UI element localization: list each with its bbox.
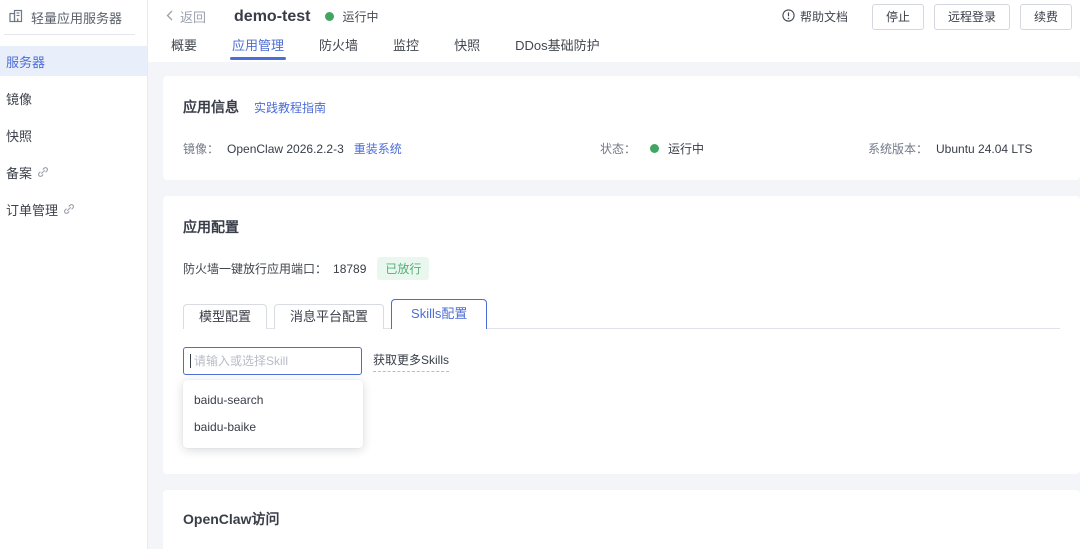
- back-button[interactable]: 返回: [165, 7, 206, 26]
- app-info-title: 应用信息: [183, 97, 239, 117]
- tab-overview[interactable]: 概要: [169, 33, 199, 62]
- tab-snapshots[interactable]: 快照: [452, 33, 482, 62]
- app-window: 轻量应用服务器 服务器 镜像 快照 备案 订单管理: [0, 0, 1080, 549]
- status-field: 状态： 运行中: [600, 140, 868, 157]
- instance-status: 运行中: [342, 8, 378, 25]
- text-cursor: [190, 354, 191, 368]
- product-logo: 轻量应用服务器: [0, 0, 147, 34]
- tab-model-config[interactable]: 模型配置: [183, 304, 267, 329]
- instance-header: 返回 demo-test 运行中 帮助文档 停止: [148, 0, 1080, 62]
- skill-select-row: 获取更多Skills: [183, 347, 1060, 375]
- image-label: 镜像：: [183, 140, 219, 157]
- main-area: 返回 demo-test 运行中 帮助文档 停止: [148, 0, 1080, 549]
- image-field: 镜像： OpenClaw 2026.2.2-3 重装系统: [183, 140, 600, 157]
- tab-firewall[interactable]: 防火墙: [317, 33, 360, 62]
- help-docs-link[interactable]: 帮助文档: [782, 8, 848, 25]
- config-tabs: 模型配置 消息平台配置 Skills配置: [183, 299, 1060, 329]
- app-info-title-row: 应用信息 实践教程指南: [183, 97, 1060, 117]
- content-area: 应用信息 实践教程指南 镜像： OpenClaw 2026.2.2-3 重装系统…: [148, 62, 1080, 549]
- tab-monitoring[interactable]: 监控: [391, 33, 421, 62]
- port-value: 18789: [333, 262, 366, 276]
- sidebar-item-orders[interactable]: 订单管理: [0, 194, 147, 224]
- image-value: OpenClaw 2026.2.2-3: [227, 142, 344, 156]
- openclaw-access-title: OpenClaw访问: [183, 509, 1060, 529]
- external-link-icon: [37, 166, 49, 178]
- stop-button[interactable]: 停止: [872, 4, 924, 30]
- os-version-label: 系统版本：: [868, 140, 928, 157]
- instance-name: demo-test: [234, 8, 310, 26]
- instance-tabs: 概要 应用管理 防火墙 监控 快照 DDos基础防护: [165, 33, 1072, 62]
- tab-app-management[interactable]: 应用管理: [230, 33, 286, 62]
- chevron-left-icon: [165, 9, 174, 25]
- app-info-card: 应用信息 实践教程指南 镜像： OpenClaw 2026.2.2-3 重装系统…: [163, 76, 1080, 180]
- os-version-value: Ubuntu 24.04 LTS: [936, 142, 1033, 156]
- skill-select-input[interactable]: [183, 347, 362, 375]
- reinstall-os-link[interactable]: 重装系统: [354, 140, 402, 157]
- tab-ddos-protection[interactable]: DDos基础防护: [513, 33, 602, 62]
- tab-skills-config[interactable]: Skills配置: [391, 299, 487, 329]
- firewall-port-row: 防火墙一键放行应用端口： 18789 已放行: [183, 257, 1060, 280]
- port-label: 防火墙一键放行应用端口：: [183, 260, 327, 277]
- product-title: 轻量应用服务器: [31, 8, 122, 27]
- sidebar-item-label: 服务器: [6, 52, 45, 71]
- skill-option-baidu-baike[interactable]: baidu-baike: [183, 414, 363, 441]
- sidebar-item-label: 镜像: [6, 89, 32, 108]
- remote-login-button[interactable]: 远程登录: [934, 4, 1010, 30]
- tutorial-guide-link[interactable]: 实践教程指南: [254, 99, 326, 116]
- lighthouse-product-icon: [8, 8, 24, 27]
- skill-dropdown: baidu-search baidu-baike: [183, 380, 363, 448]
- status-dot-icon: [650, 144, 659, 153]
- status-label: 状态：: [600, 140, 636, 157]
- app-info-row: 镜像： OpenClaw 2026.2.2-3 重装系统 状态： 运行中 系统版…: [183, 140, 1060, 157]
- app-config-card: 应用配置 防火墙一键放行应用端口： 18789 已放行 模型配置 消息平台配置 …: [163, 196, 1080, 474]
- app-config-title: 应用配置: [183, 217, 1060, 237]
- sidebar-item-snapshots[interactable]: 快照: [0, 120, 147, 150]
- header-row: 返回 demo-test 运行中 帮助文档 停止: [165, 0, 1072, 33]
- sidebar-item-label: 备案: [6, 163, 32, 182]
- port-open-badge: 已放行: [377, 257, 429, 280]
- get-more-skills-link[interactable]: 获取更多Skills: [373, 351, 449, 372]
- renew-button[interactable]: 续费: [1020, 4, 1072, 30]
- openclaw-access-card: OpenClaw访问 网站地址： 获取网站地址: [163, 490, 1080, 549]
- sidebar-item-label: 快照: [6, 126, 32, 145]
- info-icon: [782, 9, 795, 25]
- sidebar-nav: 服务器 镜像 快照 备案 订单管理: [0, 35, 147, 224]
- sidebar-item-label: 订单管理: [6, 200, 58, 219]
- help-docs-label: 帮助文档: [800, 8, 848, 25]
- os-version-field: 系统版本： Ubuntu 24.04 LTS: [868, 140, 1060, 157]
- skill-option-baidu-search[interactable]: baidu-search: [183, 387, 363, 414]
- status-dot-icon: [325, 12, 334, 21]
- sidebar-item-images[interactable]: 镜像: [0, 83, 147, 113]
- sidebar-item-icp-filing[interactable]: 备案: [0, 157, 147, 187]
- sidebar: 轻量应用服务器 服务器 镜像 快照 备案 订单管理: [0, 0, 148, 549]
- status-value: 运行中: [668, 140, 704, 157]
- sidebar-item-servers[interactable]: 服务器: [0, 46, 147, 76]
- external-link-icon: [63, 203, 75, 215]
- skill-input-wrap: [183, 347, 362, 375]
- tab-messaging-platform-config[interactable]: 消息平台配置: [274, 304, 384, 329]
- back-label: 返回: [180, 7, 206, 26]
